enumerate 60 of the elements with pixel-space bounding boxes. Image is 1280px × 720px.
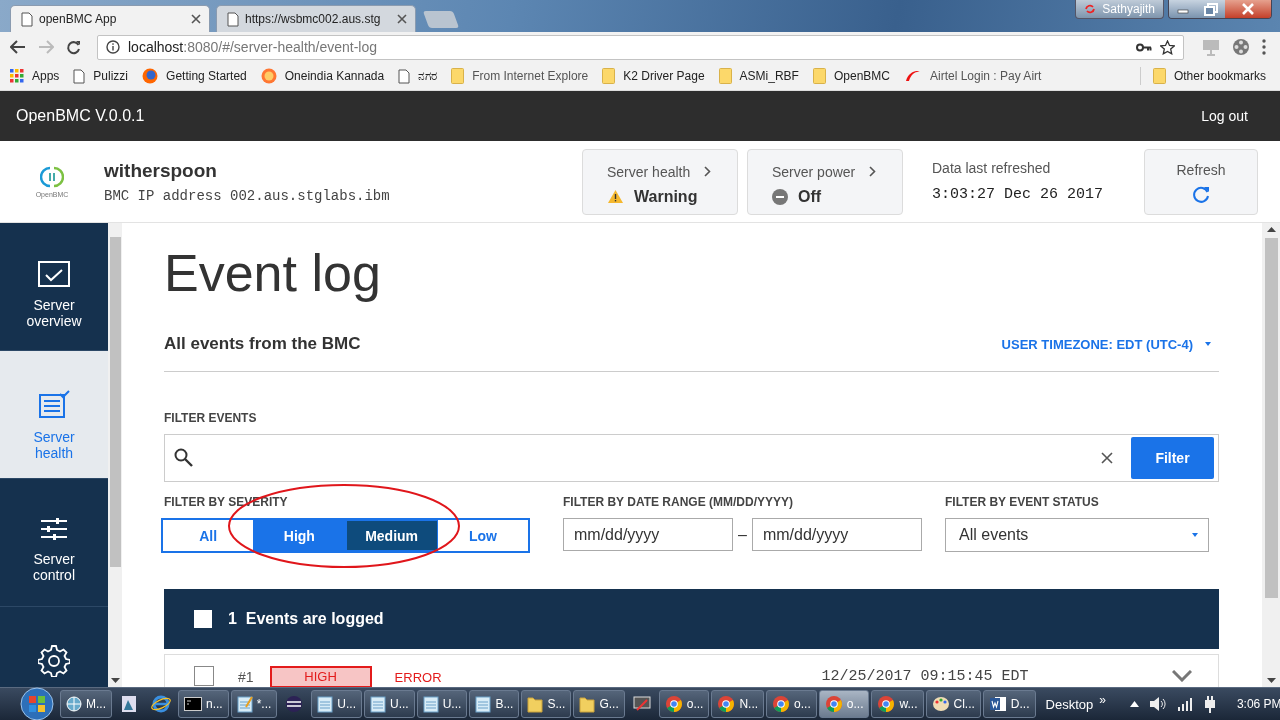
- event-id: #1: [238, 669, 254, 685]
- ip-address: BMC IP address 002.aus.stglabs.ibm: [104, 187, 391, 204]
- taskbar-button[interactable]: n...: [178, 690, 229, 718]
- taskbar-button[interactable]: M...: [60, 690, 112, 718]
- bookmark[interactable]: Other bookmarks: [1152, 68, 1280, 84]
- desktop-toolbar[interactable]: Desktop »: [1045, 696, 1106, 712]
- bookmark[interactable]: ನಗರ: [398, 68, 452, 84]
- bookmark[interactable]: OpenBMC: [812, 68, 904, 84]
- taskbar-button[interactable]: *...: [230, 690, 278, 718]
- taskbar-button[interactable]: o...: [658, 690, 710, 718]
- taskbar-button[interactable]: U...: [416, 690, 468, 718]
- taskbar-button[interactable]: N...: [711, 690, 765, 718]
- logout-link[interactable]: Log out: [1201, 108, 1248, 124]
- timezone-dropdown[interactable]: USER TIMEZONE: EDT (UTC-4): [1001, 336, 1219, 352]
- filter-button[interactable]: Filter: [1131, 437, 1214, 479]
- section-title: All events from the BMC: [164, 334, 361, 354]
- taskbar-button[interactable]: w...: [871, 690, 924, 718]
- refreshed-label: Data last refreshed: [932, 160, 1052, 176]
- address-bar[interactable]: localhost:8080/#/server-health/event-log: [97, 34, 1184, 60]
- taskbar-button[interactable]: S...: [521, 690, 572, 718]
- taskbar-button[interactable]: G...: [573, 690, 625, 718]
- refresh-button[interactable]: Refresh: [1144, 148, 1258, 215]
- page-title: Event log: [164, 245, 382, 301]
- date-separator: –: [738, 525, 747, 544]
- taskbar-button[interactable]: Cl...: [925, 690, 981, 718]
- status-dropdown[interactable]: All events: [945, 518, 1209, 552]
- status-card[interactable]: Server health Warning: [582, 148, 738, 215]
- bookmark[interactable]: Getting Started: [142, 68, 261, 84]
- taskbar-button[interactable]: o...: [766, 690, 817, 718]
- refreshed-time: 3:03:27 Dec 26 2017: [932, 186, 1105, 203]
- bookmark[interactable]: Oneindia Kannada: [260, 68, 399, 84]
- taskbar-button[interactable]: B...: [469, 690, 520, 718]
- severity-toggle[interactable]: Medium: [345, 520, 438, 551]
- bookmark[interactable]: Apps: [10, 69, 74, 83]
- events-count: 1 Events are logged: [228, 610, 384, 628]
- app-brand: OpenBMC V.0.0.1: [16, 107, 145, 125]
- search-field[interactable]: Filter: [164, 434, 1219, 482]
- date-field[interactable]: mm/dd/yyyy: [751, 518, 922, 551]
- taskbar-button[interactable]: U...: [364, 690, 415, 718]
- filter-label: FILTER BY DATE RANGE (MM/DD/YYYY): [563, 495, 794, 509]
- browser-tab[interactable]: openBMC App: [10, 5, 210, 32]
- bookmark[interactable]: K2 Driver Page: [602, 68, 719, 84]
- date-field[interactable]: mm/dd/yyyy: [563, 518, 733, 551]
- filter-label: FILTER EVENTS: [164, 411, 258, 425]
- bookmark[interactable]: ASMi_RBF: [718, 68, 813, 84]
- status-card[interactable]: Server power Off: [747, 148, 903, 215]
- bookmark[interactable]: From Internet Explore: [451, 68, 603, 84]
- severity-tag: HIGH: [269, 666, 372, 687]
- severity-toggle[interactable]: High: [254, 520, 346, 551]
- browser-tab[interactable]: https://wsbmc002.aus.stg: [216, 5, 416, 32]
- sidebar-item[interactable]: Server health: [0, 351, 108, 479]
- bookmark[interactable]: Pulizzi: [73, 68, 143, 84]
- filter-label: FILTER BY EVENT STATUS: [945, 495, 1100, 509]
- clock[interactable]: 3:06 PM: [1236, 697, 1280, 711]
- server-name: witherspoon: [104, 159, 218, 182]
- event-type: ERROR: [394, 670, 442, 685]
- bookmark[interactable]: Airtel Login : Pay Airt: [904, 69, 1056, 83]
- taskbar-button[interactable]: U...: [311, 690, 363, 718]
- taskbar-button[interactable]: D...: [982, 690, 1036, 718]
- event-time: 12/25/2017 09:15:45 EDT: [821, 668, 1029, 685]
